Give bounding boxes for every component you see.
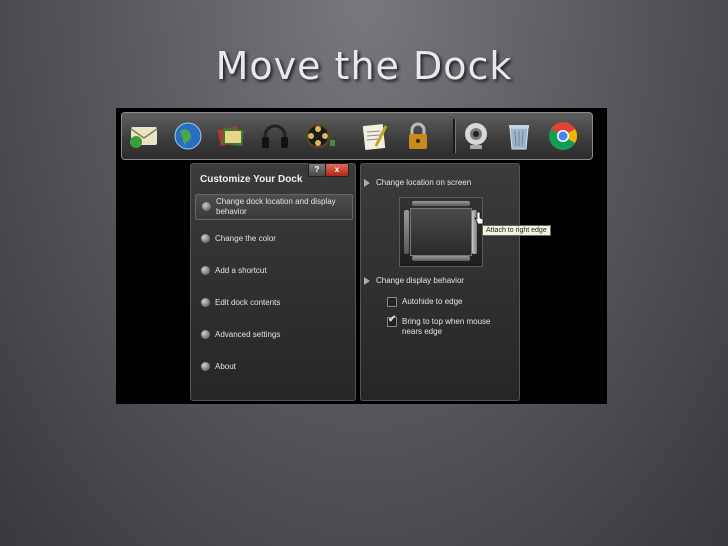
behavior-heading-label: Change display behavior [376,276,465,285]
help-button[interactable]: ? [308,163,326,177]
bullet-icon [201,362,210,371]
screenshot: ? x Customize Your Dock Change dock loca… [116,108,607,404]
slide-title: Move the Dock [215,44,513,88]
webcam-icon[interactable] [460,120,492,152]
left-edge-target[interactable] [404,210,409,254]
bullet-icon [201,298,210,307]
menu-item-label: Change dock location and display behavio… [216,197,336,216]
chrome-icon[interactable] [547,120,579,152]
dock-separator [453,119,456,153]
bottom-edge-target[interactable] [412,256,470,261]
right-edge-tooltip: Attach to right edge [482,225,551,236]
menu-item-label: Add a shortcut [215,266,267,275]
top-edge-target[interactable] [412,201,470,206]
screen-location-picker [399,197,483,267]
menu-item-edit-contents[interactable]: Edit dock contents [195,291,351,315]
location-heading-label: Change location on screen [376,178,472,187]
mail-icon[interactable] [128,120,160,152]
menu-item-dock-location[interactable]: Change dock location and display behavio… [195,194,353,220]
lock-icon[interactable] [402,120,434,152]
dock-bar [121,112,593,160]
checkmark-icon: ✔ [388,314,397,325]
film-reel-icon[interactable] [304,120,336,152]
expand-triangle-icon [364,179,370,187]
bullet-icon [201,266,210,275]
customize-panel-content: Change location on screen Attach to righ… [360,163,551,401]
expand-triangle-icon [364,277,370,285]
recycle-bin-icon[interactable] [503,120,535,152]
screen-preview-area [410,208,472,256]
notes-icon[interactable] [358,120,390,152]
headphones-icon[interactable] [259,120,291,152]
bullet-icon [201,330,210,339]
menu-item-about[interactable]: About [195,355,351,379]
menu-item-change-color[interactable]: Change the color [195,227,351,251]
autohide-label: Autohide to edge [402,297,463,306]
location-heading[interactable]: Change location on screen [364,178,472,187]
globe-icon[interactable] [172,120,204,152]
photos-icon[interactable] [215,120,247,152]
menu-item-label: Change the color [215,234,276,243]
bring-to-top-checkbox[interactable]: ✔ [387,314,397,327]
bullet-icon [202,202,211,211]
menu-item-advanced-settings[interactable]: Advanced settings [195,323,351,347]
menu-item-add-shortcut[interactable]: Add a shortcut [195,259,351,283]
menu-item-label: Advanced settings [215,330,281,339]
hand-cursor-icon [474,211,484,225]
behavior-heading[interactable]: Change display behavior [364,276,465,285]
customize-panel-nav: ? x Customize Your Dock Change dock loca… [190,163,356,401]
menu-item-label: About [215,362,236,371]
panel-title: Customize Your Dock [200,174,303,185]
autohide-checkbox[interactable] [387,297,397,307]
menu-item-label: Edit dock contents [215,298,281,307]
close-button[interactable]: x [325,163,349,177]
bullet-icon [201,234,210,243]
bring-to-top-label: Bring to top when mouse nears edge [402,317,491,336]
